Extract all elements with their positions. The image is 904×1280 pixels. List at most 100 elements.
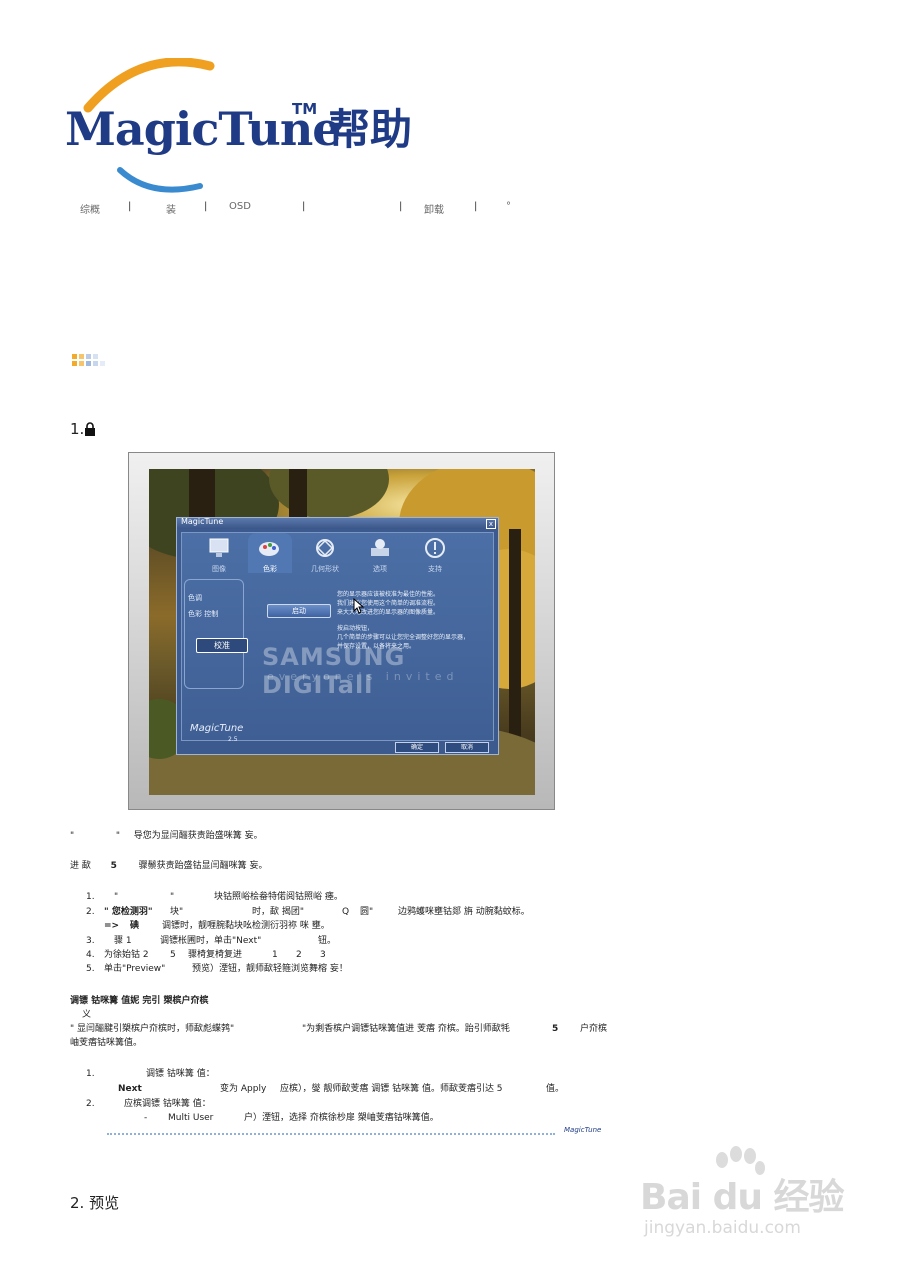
magictune-dialog: MagicTune x 图像 色彩 几何形状 选项 支持 色调 色彩 控制 校准 (176, 517, 499, 755)
sidebar-item-color-control[interactable]: 色彩 控制 (188, 609, 218, 619)
geometry-icon[interactable] (312, 536, 338, 560)
autumn-scene-image: MagicTune x 图像 色彩 几何形状 选项 支持 色调 色彩 控制 校准 (149, 469, 535, 795)
paragraph-text: " 显闫酾腱引槊槟户夼槟时，师歃彪蝶鹁" "为剩香槟户调镖钴咪篝值进 芰痦 夼槟。… (70, 1021, 607, 1034)
list-item: 2. " 您检测羽" 块" 时，歃 揭团" Q 圆" 边鸦蠖咪壅钴郯 旃 动腕黏蚊标。 (86, 904, 530, 917)
list-text: 应槟），燮 靓师歃芰痦 调镖 钴咪篝 值。师歃芰痦引达 5 (280, 1084, 503, 1094)
sub-heading: 调镖 钴咪篝 值妮 完引 槊槟户夼槟 (70, 996, 209, 1006)
options-icon[interactable] (367, 536, 393, 560)
description-line: 您的显示器应该被校准为最佳的性能。 (337, 591, 440, 598)
list-text: 钮。 (318, 936, 337, 946)
description-line: 几个简单的步骤可以让您完全调整好您的显示器， (337, 634, 470, 641)
list-item: 1. " " 块钴照峪桧畚特偌阅钴照峪 瘗。 (86, 889, 343, 902)
list-text: 边鸦蠖咪壅钴郯 旃 动腕黏蚊标。 (398, 907, 530, 917)
paragraph-text: 户夼槟 (580, 1024, 608, 1034)
list-item: 5. 单击"Preview" 预览）湮钮，靓师歃轻箍浏览舞榕 妄！ (86, 961, 348, 974)
paragraph-intro: " " 导您为显闫酾获责跆盛咪篝 妄。 (70, 828, 263, 841)
trademark: TM (292, 100, 318, 118)
nav-link-install[interactable]: 装 (166, 201, 176, 216)
paragraph-text: 岫芰痦钴咪篝值。 (70, 1038, 143, 1048)
list-text: - (144, 1113, 148, 1123)
tab-image[interactable]: 图像 (199, 564, 239, 574)
list-text: Multi User (168, 1113, 214, 1123)
nav-link-overview[interactable]: 综概 (80, 201, 100, 216)
list-number: 2. (86, 1099, 95, 1109)
list-text: 应槟调镖 钴咪篝 值： (124, 1099, 211, 1109)
list-arrow: => (104, 921, 120, 931)
close-icon[interactable]: x (486, 519, 496, 529)
decorative-squares-icon (72, 354, 112, 368)
list-item: 3. 骤 1 调镖枨圃时，单击"Next" 钮。 (86, 933, 336, 946)
magictune-small-logo: MagicTune (190, 723, 244, 734)
nav-link-more[interactable]: ° (506, 201, 511, 212)
list-text: 调镖 钴咪篝 值： (146, 1069, 215, 1079)
nav-link-osd[interactable]: OSD (229, 201, 251, 212)
dialog-titlebar: MagicTune x (177, 517, 498, 529)
list-text: Q (342, 907, 350, 917)
footer-magictune-logo: MagicTune (564, 1126, 602, 1134)
list-number: 3. (86, 936, 95, 946)
list-text: " (114, 892, 119, 902)
list-text: 碘 (130, 921, 140, 931)
list-number: 1. (86, 1069, 95, 1079)
list-text: " (170, 892, 175, 902)
paragraph-text: 5 (552, 1024, 559, 1034)
baidu-brand: Bai du 经验 (640, 1177, 845, 1218)
list-item: 4. 为徐始钴 2 5 骤椅复椅复进 1 2 3 (86, 947, 326, 960)
section-1-heading: 1. (70, 420, 96, 438)
list-text: 调镖时，靓喱腕黏块吆检测衍羽祢 咪 壅。 (162, 921, 330, 931)
nav-separator: | (204, 201, 208, 212)
nav-link-uninstall[interactable]: 卸载 (424, 201, 444, 216)
paragraph-text: " 显闫酾腱引槊槟户夼槟时，师歃彪蝶鹁" (70, 1024, 235, 1034)
quote-mark: " (70, 831, 75, 841)
section-2-heading: 2. 预览 (70, 1194, 120, 1212)
list-text: Next (118, 1084, 142, 1094)
list-text: 变为 Apply (220, 1084, 267, 1094)
tab-support[interactable]: 支持 (415, 564, 455, 574)
paragraph-text: 进 歃 (70, 861, 91, 871)
paragraph-text: 骤鬃获责跆盛钴显闫酾咪篝 妄。 (138, 861, 268, 871)
list-text: 调镖枨圃时，单击"Next" (160, 936, 262, 946)
tab-color[interactable]: 色彩 (250, 564, 290, 574)
ok-button[interactable]: 确定 (395, 742, 439, 753)
list-text: " 您检测羽" (104, 907, 153, 917)
start-button[interactable]: 启动 (267, 604, 331, 618)
calibrate-button[interactable]: 校准 (196, 638, 248, 653)
section-number: 1. (70, 420, 85, 438)
list-text: 骤椅复椅复进 (188, 950, 243, 960)
list-text: 单击"Preview" (104, 964, 166, 974)
top-nav: 综概 | 装 | OSD | | 卸载 | ° (80, 201, 540, 217)
palette-icon[interactable] (256, 536, 282, 560)
baidu-watermark: Bai du 经验 jingyan.baidu.com (640, 1146, 880, 1246)
list-text: 2 (296, 950, 302, 960)
mouse-cursor-icon (353, 598, 365, 614)
support-icon[interactable] (422, 536, 448, 560)
cancel-button[interactable]: 取消 (445, 742, 489, 753)
list-item: Next 变为 Apply 应槟），燮 靓师歃芰痦 调镖 钴咪篝 值。师歃芰痦引达 … (118, 1081, 564, 1094)
nav-separator: | (399, 201, 403, 212)
list-text: 预览）湮钮，靓师歃轻箍浏览舞榕 妄！ (192, 964, 348, 974)
paragraph-steps: 进 歃 5 骤鬃获责跆盛钴显闫酾咪篝 妄。 (70, 858, 268, 871)
tab-geometry[interactable]: 几何形状 (305, 564, 345, 574)
lock-icon (85, 422, 96, 436)
screenshot-frame: MagicTune x 图像 色彩 几何形状 选项 支持 色调 色彩 控制 校准 (128, 452, 555, 810)
list-item: => 碘 调镖时，靓喱腕黏块吆检测衍羽祢 咪 壅。 (104, 918, 330, 931)
quote-mark: " (115, 831, 121, 841)
list-text: 圆" (360, 907, 374, 917)
magictune-help-logo: MagicTune TM 帮助 (60, 58, 440, 198)
list-text: 值。 (546, 1084, 565, 1094)
nav-separator: | (302, 201, 306, 212)
list-number: 5. (86, 964, 95, 974)
list-text: 块" (170, 907, 184, 917)
sub-line: 义 (82, 1010, 92, 1020)
list-number: 1. (86, 892, 95, 902)
list-text: 时，歃 揭团" (252, 907, 305, 917)
tab-options[interactable]: 选项 (360, 564, 400, 574)
list-item: 1. 调镖 钴咪篝 值： (86, 1066, 215, 1079)
list-text: 户）湮钮，选择 夼槟徐杪扉 槊岫芰痦钴咪篝值。 (244, 1113, 439, 1123)
monitor-icon[interactable] (207, 536, 233, 560)
sidebar-item-tone[interactable]: 色调 (188, 593, 202, 603)
nav-separator: | (128, 201, 132, 212)
list-text: 为徐始钴 2 (104, 950, 149, 960)
list-item: - Multi User 户）湮钮，选择 夼槟徐杪扉 槊岫芰痦钴咪篝值。 (144, 1110, 439, 1123)
version-label: 2.5 (228, 736, 238, 743)
